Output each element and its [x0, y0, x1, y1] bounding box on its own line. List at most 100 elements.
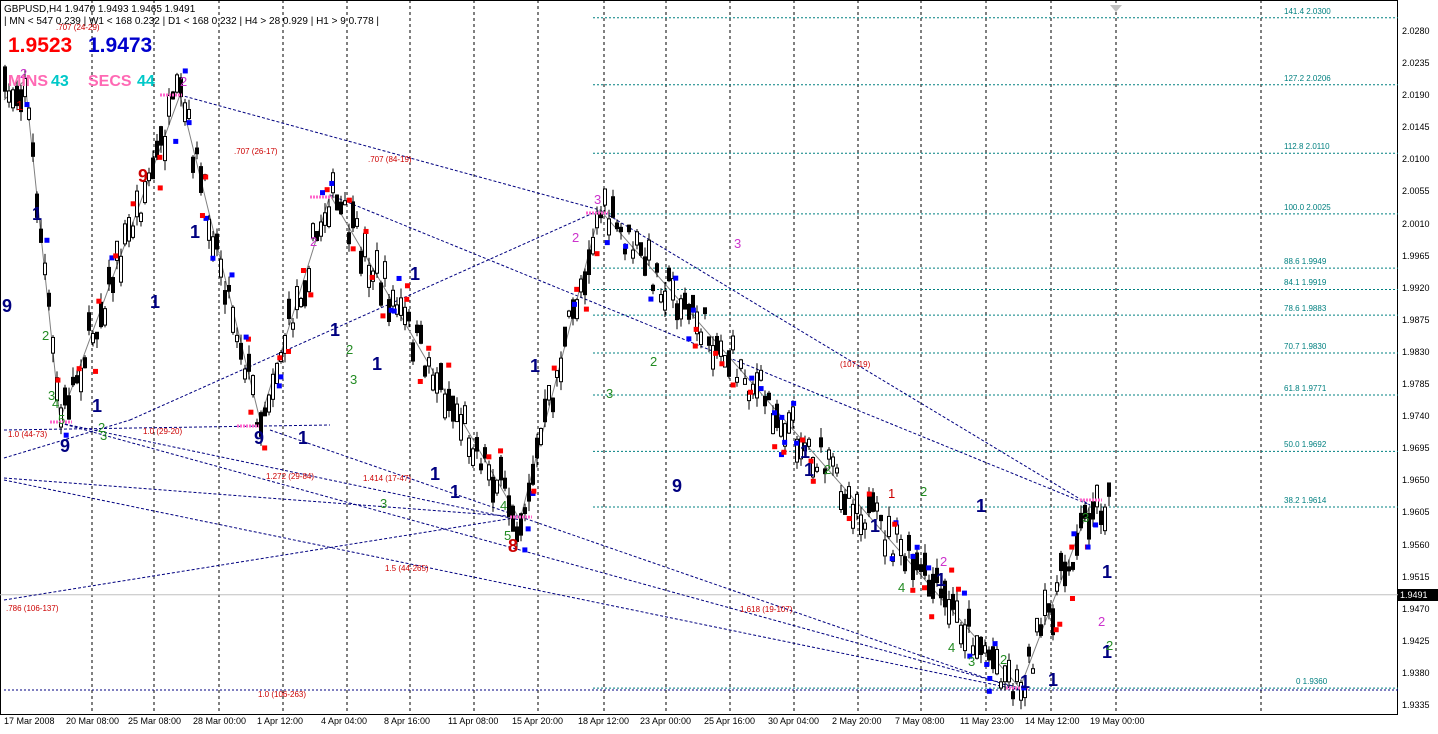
candle-body: [555, 370, 559, 378]
price-tick-label: 1.9335: [1402, 700, 1430, 710]
buy-signal-marker: [571, 301, 577, 307]
current-price-tag: 1.9491: [1398, 588, 1438, 601]
candle-body: [1095, 484, 1099, 508]
price-tick-label: 1.9515: [1402, 571, 1430, 582]
time-tick-label: 18 Apr 12:00: [578, 716, 630, 726]
buy-signal-marker: [278, 374, 284, 380]
sell-signal-marker: [531, 488, 537, 494]
candle-body: [247, 353, 251, 372]
count-label: 5: [58, 412, 65, 427]
price-axis[interactable]: 2.0280 2.0235 2.0190 2.0145 2.0100 2.0055 2.00…: [1398, 0, 1438, 715]
candle-body: [443, 393, 447, 419]
candle-body: [639, 242, 643, 256]
chart-canvas[interactable]: 9121921123459123 9 1211231131458231 2393121…: [0, 0, 1438, 734]
candle-body: [323, 212, 327, 226]
price-tick-label: 1.9695: [1402, 443, 1430, 454]
candle-body: [343, 200, 347, 206]
sell-signal-marker: [248, 409, 254, 415]
sell-signal-marker: [929, 614, 935, 620]
candle-body: [91, 333, 95, 344]
count-label: 1: [804, 460, 814, 480]
candle-body: [763, 395, 767, 407]
candle-body: [1011, 691, 1015, 700]
sell-signal-marker: [157, 154, 163, 160]
sell-signal-marker: [157, 185, 163, 191]
fib-level-label: 100.0 2.0025: [1284, 202, 1331, 212]
candle-body: [623, 248, 627, 255]
candle-body: [87, 312, 91, 331]
candle-body: [547, 385, 551, 401]
candle-body: [675, 303, 679, 321]
fib-level-label: 70.7 1.9830: [1284, 341, 1327, 351]
sell-signal-marker: [594, 251, 600, 257]
candle-body: [591, 236, 595, 255]
candle-body: [523, 507, 527, 515]
sell-signal-marker: [363, 228, 369, 234]
candle-body: [1047, 603, 1051, 613]
candle-body: [567, 310, 571, 317]
time-tick-label: 14 May 12:00: [1025, 716, 1080, 726]
count-label: 2: [1106, 638, 1113, 653]
price-tick-label: 1.9785: [1402, 379, 1430, 390]
candle-body: [967, 608, 971, 627]
candle-body: [267, 394, 271, 413]
candle-body: [1055, 582, 1059, 592]
candle-body: [683, 292, 687, 310]
price-tick-label: 2.0190: [1402, 90, 1430, 101]
fib-level-label: 38.2 1.9614: [1284, 496, 1327, 505]
low-readout: 1.9473: [88, 34, 153, 57]
candle-body: [155, 140, 159, 158]
candle-body: [211, 236, 215, 259]
buy-signal-marker: [984, 661, 990, 667]
buy-signal-marker: [690, 307, 696, 313]
candle-body: [731, 335, 735, 351]
candle-body: [643, 256, 647, 276]
sell-signal-marker: [130, 201, 136, 207]
chart-shift-marker[interactable]: [1110, 0, 1122, 18]
candle-body: [31, 142, 35, 157]
candle-body: [995, 649, 999, 675]
candle-body: [1043, 589, 1047, 616]
candle-body: [223, 290, 227, 305]
sell-signal-marker: [772, 444, 778, 450]
candle-body: [603, 188, 607, 206]
candle-body: [963, 624, 967, 652]
buy-signal-marker: [686, 336, 692, 342]
candle-body: [459, 414, 463, 441]
candle-body: [151, 157, 155, 180]
candle-body: [667, 267, 671, 282]
sell-signal-marker: [1069, 595, 1075, 601]
secs-label: SECS: [88, 73, 132, 90]
time-tick-label: 23 Apr 00:00: [640, 716, 692, 726]
candle-body: [47, 292, 51, 307]
secs-value: 44: [137, 73, 155, 90]
sell-signal-marker: [949, 567, 955, 573]
time-tick-label: 7 May 08:00: [895, 716, 945, 726]
buy-signal-marker: [525, 526, 531, 532]
candle-body: [103, 308, 107, 326]
buy-signal-marker: [673, 275, 679, 281]
count-label: 4: [52, 396, 59, 411]
fib-level-label: 112.8 2.0110: [1284, 142, 1330, 152]
sell-signal-marker: [380, 313, 386, 319]
candle-body: [687, 303, 691, 320]
candle-body: [835, 467, 839, 474]
candle-body: [263, 407, 267, 417]
candle-body: [843, 493, 847, 515]
candle-body: [499, 456, 503, 481]
candle-body: [611, 196, 615, 218]
candle-body: [67, 395, 71, 420]
count-label: 1: [800, 442, 810, 462]
candle-body: [679, 298, 683, 320]
sell-signal-marker: [583, 306, 589, 312]
candle-body: [1035, 617, 1039, 633]
candle-body: [991, 646, 995, 670]
candle-body: [839, 491, 843, 510]
count-label: 3: [968, 654, 975, 669]
count-label: 1: [450, 482, 460, 502]
candle-body: [51, 336, 55, 354]
candle-body: [1015, 669, 1019, 683]
time-tick-label: 1 Apr 12:00: [257, 716, 304, 726]
count-label: 1: [92, 396, 102, 416]
candle-body: [503, 477, 507, 489]
